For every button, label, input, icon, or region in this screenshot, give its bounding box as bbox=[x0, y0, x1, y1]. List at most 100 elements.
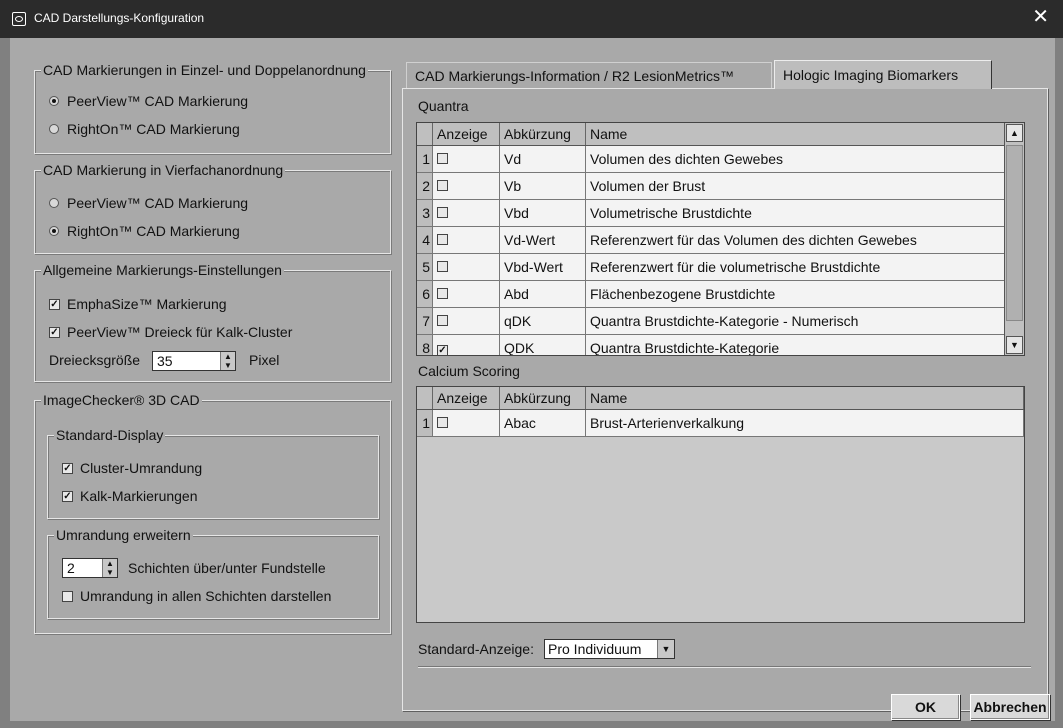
radio-indicator[interactable] bbox=[49, 226, 59, 236]
checkbox-box[interactable]: ✓ bbox=[49, 326, 60, 338]
column-header-abbreviation[interactable]: Abkürzung bbox=[499, 387, 586, 410]
row-display-cell[interactable] bbox=[432, 307, 500, 335]
spinner-value[interactable]: 35 bbox=[153, 352, 220, 370]
chevron-down-icon[interactable]: ▼ bbox=[657, 640, 674, 658]
row-abbreviation: Vd-Wert bbox=[499, 226, 586, 254]
checkbox-box[interactable] bbox=[62, 590, 73, 602]
dialog-client-area: CAD Markierungen in Einzel- und Doppelan… bbox=[10, 38, 1055, 721]
row-display-checkbox[interactable] bbox=[437, 180, 448, 191]
cancel-button[interactable]: Abbrechen bbox=[970, 694, 1050, 720]
row-display-cell[interactable] bbox=[432, 409, 500, 437]
row-number: 4 bbox=[417, 226, 433, 254]
row-display-cell[interactable]: ✓ bbox=[432, 334, 500, 355]
row-display-checkbox[interactable] bbox=[437, 207, 448, 218]
column-header-abbreviation[interactable]: Abkürzung bbox=[499, 123, 586, 146]
checkbox-label: EmphaSize™ Markierung bbox=[67, 296, 227, 312]
row-display-checkbox[interactable] bbox=[437, 153, 448, 164]
radio-indicator[interactable] bbox=[49, 96, 59, 106]
table-row[interactable]: 5 Vbd-Wert Referenzwert für die volumetris… bbox=[417, 253, 1005, 281]
radio-righton-quad[interactable]: RightOn™ CAD Markierung bbox=[49, 223, 240, 239]
checkbox-all-layers[interactable]: Umrandung in allen Schichten darstellen bbox=[62, 588, 331, 604]
scroll-down-icon[interactable]: ▼ bbox=[1006, 336, 1023, 354]
checkbox-emphasize[interactable]: ✓ EmphaSize™ Markierung bbox=[49, 296, 227, 312]
tab-cad-marking-info[interactable]: CAD Markierungs-Information / R2 LesionM… bbox=[406, 62, 772, 88]
row-display-cell[interactable] bbox=[432, 280, 500, 308]
select-value[interactable]: Pro Individuum bbox=[545, 640, 657, 658]
spinner-arrows-icon[interactable]: ▲ ▼ bbox=[102, 559, 117, 577]
calcium-grid: Anzeige Abkürzung Name 1 Abac Brust-Arteri… bbox=[416, 386, 1025, 623]
row-display-checkbox[interactable] bbox=[437, 417, 448, 428]
row-abbreviation: Vb bbox=[499, 172, 586, 200]
checkbox-peerview-triangle[interactable]: ✓ PeerView™ Dreieck für Kalk-Cluster bbox=[49, 324, 292, 340]
row-abbreviation: Vbd bbox=[499, 199, 586, 227]
quantra-grid: Anzeige Abkürzung Name 1 Vd Volumen des di… bbox=[416, 122, 1025, 356]
radio-label: RightOn™ CAD Markierung bbox=[67, 223, 240, 239]
row-display-cell[interactable] bbox=[432, 199, 500, 227]
row-name: Quantra Brustdichte-Kategorie bbox=[585, 334, 1005, 355]
row-display-checkbox[interactable] bbox=[437, 315, 448, 326]
spinner-arrows-icon[interactable]: ▲ ▼ bbox=[220, 352, 235, 370]
triangle-size-unit: Pixel bbox=[249, 352, 280, 368]
radio-righton-single[interactable]: RightOn™ CAD Markierung bbox=[49, 121, 240, 137]
checkbox-cluster-outline[interactable]: ✓ Cluster-Umrandung bbox=[62, 460, 202, 476]
row-abbreviation: Vbd-Wert bbox=[499, 253, 586, 281]
column-header-display[interactable]: Anzeige bbox=[432, 387, 500, 410]
row-display-checkbox[interactable]: ✓ bbox=[437, 345, 448, 355]
row-display-checkbox[interactable] bbox=[437, 234, 448, 245]
group-title: Allgemeine Markierungs-Einstellungen bbox=[41, 262, 284, 278]
row-number: 7 bbox=[417, 307, 433, 335]
checkbox-calc-markers[interactable]: ✓ Kalk-Markierungen bbox=[62, 488, 198, 504]
table-row[interactable]: 2 Vb Volumen der Brust bbox=[417, 172, 1005, 200]
row-number: 1 bbox=[417, 409, 433, 437]
checkbox-box[interactable]: ✓ bbox=[49, 298, 60, 310]
default-view-select[interactable]: Pro Individuum ▼ bbox=[544, 639, 675, 659]
checkbox-box[interactable]: ✓ bbox=[62, 490, 73, 502]
radio-indicator[interactable] bbox=[49, 198, 59, 208]
spinner-value[interactable]: 2 bbox=[63, 559, 102, 577]
table-row[interactable]: 1 Vd Volumen des dichten Gewebes bbox=[417, 145, 1005, 173]
group-title: CAD Markierungen in Einzel- und Doppelan… bbox=[41, 62, 368, 78]
row-display-cell[interactable] bbox=[432, 172, 500, 200]
ok-button[interactable]: OK bbox=[891, 694, 960, 720]
column-header-name[interactable]: Name bbox=[585, 123, 1005, 146]
row-display-cell[interactable] bbox=[432, 145, 500, 173]
radio-peerview-single[interactable]: PeerView™ CAD Markierung bbox=[49, 93, 248, 109]
radio-peerview-quad[interactable]: PeerView™ CAD Markierung bbox=[49, 195, 248, 211]
checkbox-box[interactable]: ✓ bbox=[62, 462, 73, 474]
row-abbreviation: Abac bbox=[499, 409, 586, 437]
group-title: CAD Markierung in Vierfachanordnung bbox=[41, 162, 286, 178]
row-display-cell[interactable] bbox=[432, 226, 500, 254]
row-abbreviation: qDK bbox=[499, 307, 586, 335]
row-number: 8 bbox=[417, 334, 433, 355]
row-name: Flächenbezogene Brustdichte bbox=[585, 280, 1005, 308]
row-name: Brust-Arterienverkalkung bbox=[585, 409, 1024, 437]
layers-spinner[interactable]: 2 ▲ ▼ bbox=[62, 558, 118, 578]
checkbox-label: Umrandung in allen Schichten darstellen bbox=[80, 588, 332, 604]
table-row[interactable]: 6 Abd Flächenbezogene Brustdichte bbox=[417, 280, 1005, 308]
row-number-header bbox=[417, 387, 433, 410]
title-bar: CAD Darstellungs-Konfiguration ✕ bbox=[0, 0, 1063, 38]
table-header-row: Anzeige Abkürzung Name bbox=[417, 123, 1005, 146]
calcium-table: Anzeige Abkürzung Name 1 Abac Brust-Arteri… bbox=[417, 387, 1024, 437]
table-row[interactable]: 7 qDK Quantra Brustdichte-Kategorie - Nume… bbox=[417, 307, 1005, 335]
table-row[interactable]: 8 ✓ QDK Quantra Brustdichte-Kategorie bbox=[417, 334, 1005, 355]
close-icon[interactable]: ✕ bbox=[1032, 7, 1049, 27]
row-display-checkbox[interactable] bbox=[437, 261, 448, 272]
triangle-size-spinner[interactable]: 35 ▲ ▼ bbox=[152, 351, 236, 371]
group-quad-layout: CAD Markierung in Vierfachanordnung Peer… bbox=[34, 162, 391, 254]
column-header-name[interactable]: Name bbox=[585, 387, 1024, 410]
radio-indicator[interactable] bbox=[49, 124, 59, 134]
app-icon bbox=[12, 12, 26, 26]
scroll-thumb[interactable] bbox=[1006, 145, 1023, 321]
column-header-display[interactable]: Anzeige bbox=[432, 123, 500, 146]
table-row[interactable]: 4 Vd-Wert Referenzwert für das Volumen des… bbox=[417, 226, 1005, 254]
group-single-double-layout: CAD Markierungen in Einzel- und Doppelan… bbox=[34, 62, 391, 154]
row-display-checkbox[interactable] bbox=[437, 288, 448, 299]
quantra-scrollbar[interactable]: ▲ ▼ bbox=[1004, 123, 1024, 355]
table-row[interactable]: 3 Vbd Volumetrische Brustdichte bbox=[417, 199, 1005, 227]
tab-hologic-biomarkers[interactable]: Hologic Imaging Biomarkers bbox=[774, 60, 992, 89]
table-row[interactable]: 1 Abac Brust-Arterienverkalkung bbox=[417, 409, 1024, 437]
scroll-up-icon[interactable]: ▲ bbox=[1006, 124, 1023, 142]
row-number: 1 bbox=[417, 145, 433, 173]
row-display-cell[interactable] bbox=[432, 253, 500, 281]
